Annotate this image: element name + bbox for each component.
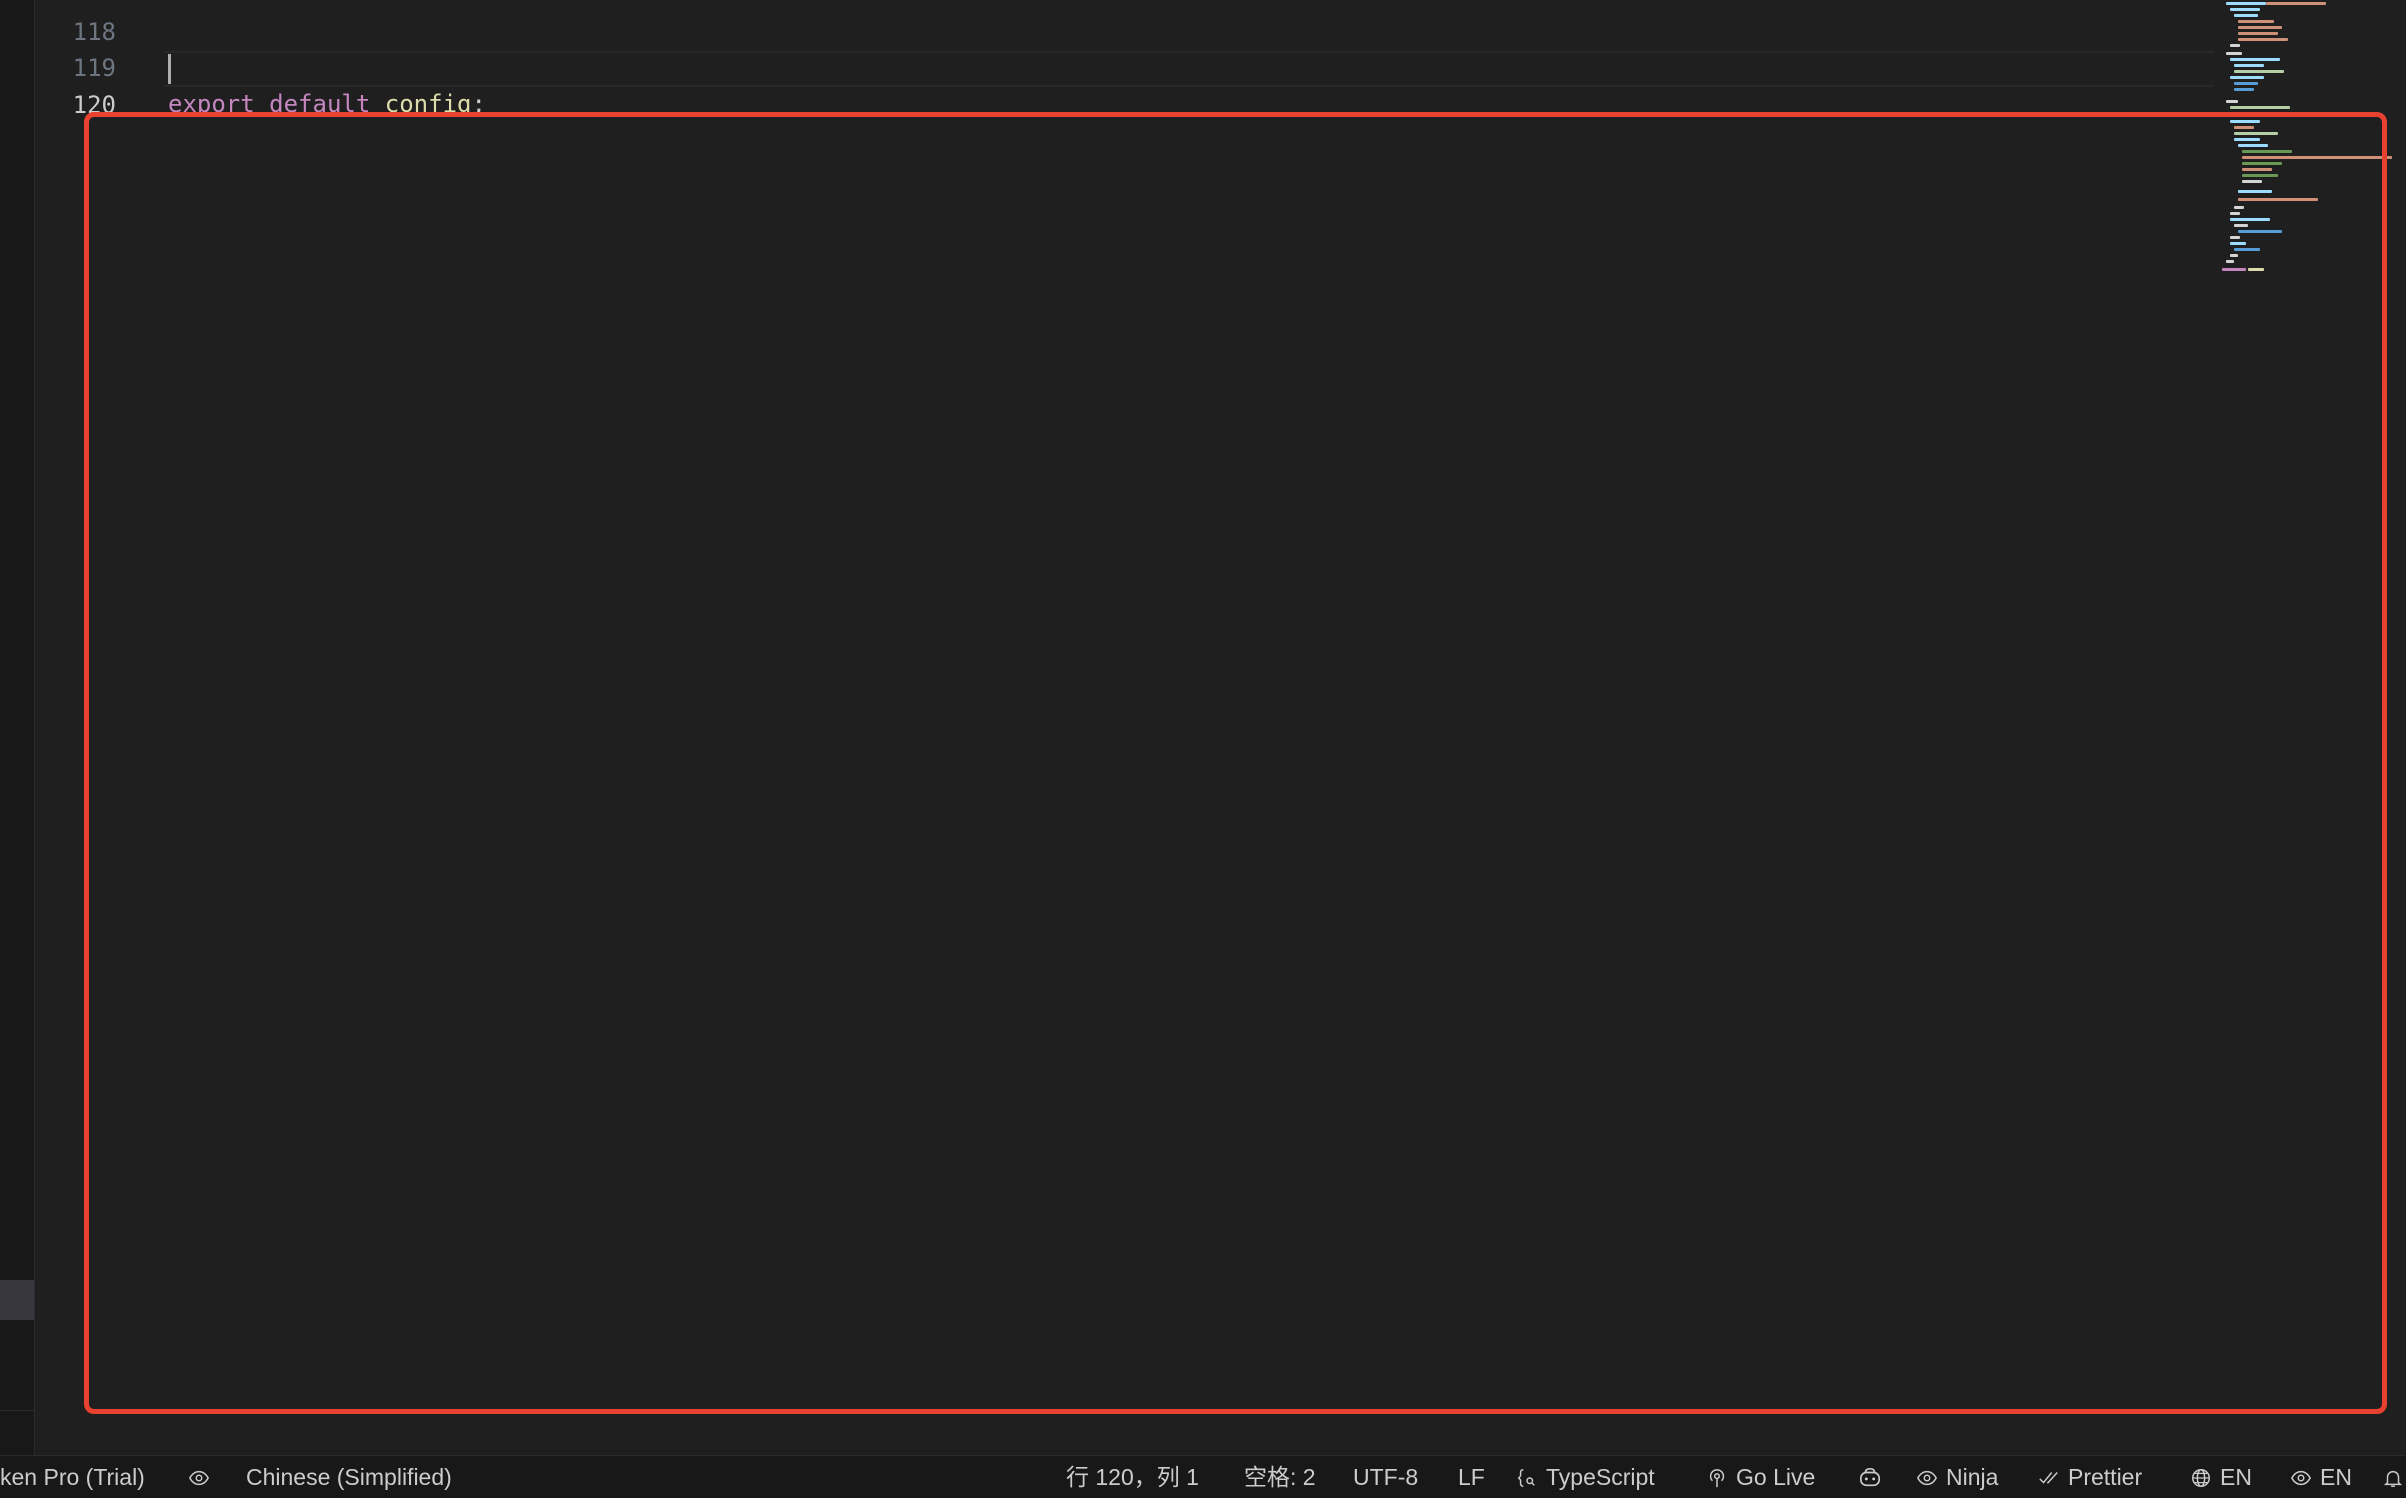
status-language-mode-label: TypeScript bbox=[1546, 1464, 1655, 1490]
code-line-120: 120 bbox=[36, 51, 2186, 119]
app-window: 118 119 export default config; 120 ken P… bbox=[0, 0, 2406, 1498]
status-eol-label: LF bbox=[1458, 1464, 1485, 1490]
status-prettier-label: Prettier bbox=[2068, 1464, 2143, 1490]
annotation-highlight-box bbox=[84, 112, 2387, 1414]
status-indentation-label: 空格: 2 bbox=[1244, 1464, 1316, 1490]
status-locale-2[interactable]: EN bbox=[2290, 1456, 2352, 1498]
status-language-mode[interactable]: TypeScript bbox=[1516, 1456, 1655, 1498]
status-notifications[interactable] bbox=[2382, 1456, 2404, 1498]
status-cursor-position[interactable]: 行 120，列 1 bbox=[1066, 1456, 1199, 1498]
status-locale-1-label: EN bbox=[2220, 1464, 2252, 1490]
braces-icon bbox=[1516, 1467, 1538, 1489]
status-language-pack-label: Chinese (Simplified) bbox=[246, 1464, 452, 1490]
code-line-118: 118 bbox=[36, 0, 2186, 46]
eye-icon bbox=[2290, 1467, 2312, 1489]
activity-bar-selected-item[interactable] bbox=[0, 1280, 34, 1320]
status-bar: ken Pro (Trial) Chinese (Simplified) 行 1… bbox=[0, 1455, 2406, 1498]
status-locale-2-label: EN bbox=[2320, 1464, 2352, 1490]
double-check-icon bbox=[2038, 1467, 2060, 1489]
bell-icon bbox=[2382, 1467, 2404, 1489]
status-encoding-label: UTF-8 bbox=[1353, 1464, 1419, 1490]
status-ninja[interactable]: Ninja bbox=[1916, 1456, 1998, 1498]
status-extension-trial-label: ken Pro (Trial) bbox=[0, 1464, 145, 1490]
eye-icon bbox=[188, 1467, 210, 1489]
status-go-live-label: Go Live bbox=[1736, 1464, 1816, 1490]
activity-bar-divider bbox=[0, 1410, 34, 1411]
status-indentation[interactable]: 空格: 2 bbox=[1244, 1456, 1316, 1498]
status-go-live[interactable]: Go Live bbox=[1706, 1456, 1815, 1498]
status-ninja-label: Ninja bbox=[1946, 1464, 1999, 1490]
code-line-119: 119 export default config; bbox=[36, 14, 2186, 118]
broadcast-icon bbox=[1706, 1467, 1728, 1489]
globe-icon bbox=[2190, 1467, 2212, 1489]
code-editor[interactable]: 118 119 export default config; 120 bbox=[36, 0, 2406, 1455]
activity-bar bbox=[0, 0, 35, 1455]
status-cursor-position-label: 行 120，列 1 bbox=[1066, 1464, 1199, 1490]
copilot-icon bbox=[1857, 1467, 1883, 1489]
text-cursor bbox=[168, 54, 171, 84]
status-copilot[interactable] bbox=[1857, 1456, 1883, 1498]
status-language-pack[interactable]: Chinese (Simplified) bbox=[246, 1456, 452, 1498]
status-locale-1[interactable]: EN bbox=[2190, 1456, 2252, 1498]
status-prettier[interactable]: Prettier bbox=[2038, 1456, 2142, 1498]
status-preview[interactable] bbox=[188, 1456, 210, 1498]
status-eol[interactable]: LF bbox=[1458, 1456, 1485, 1498]
status-extension-trial[interactable]: ken Pro (Trial) bbox=[0, 1456, 145, 1498]
eye-icon bbox=[1916, 1467, 1938, 1489]
status-encoding[interactable]: UTF-8 bbox=[1353, 1456, 1418, 1498]
